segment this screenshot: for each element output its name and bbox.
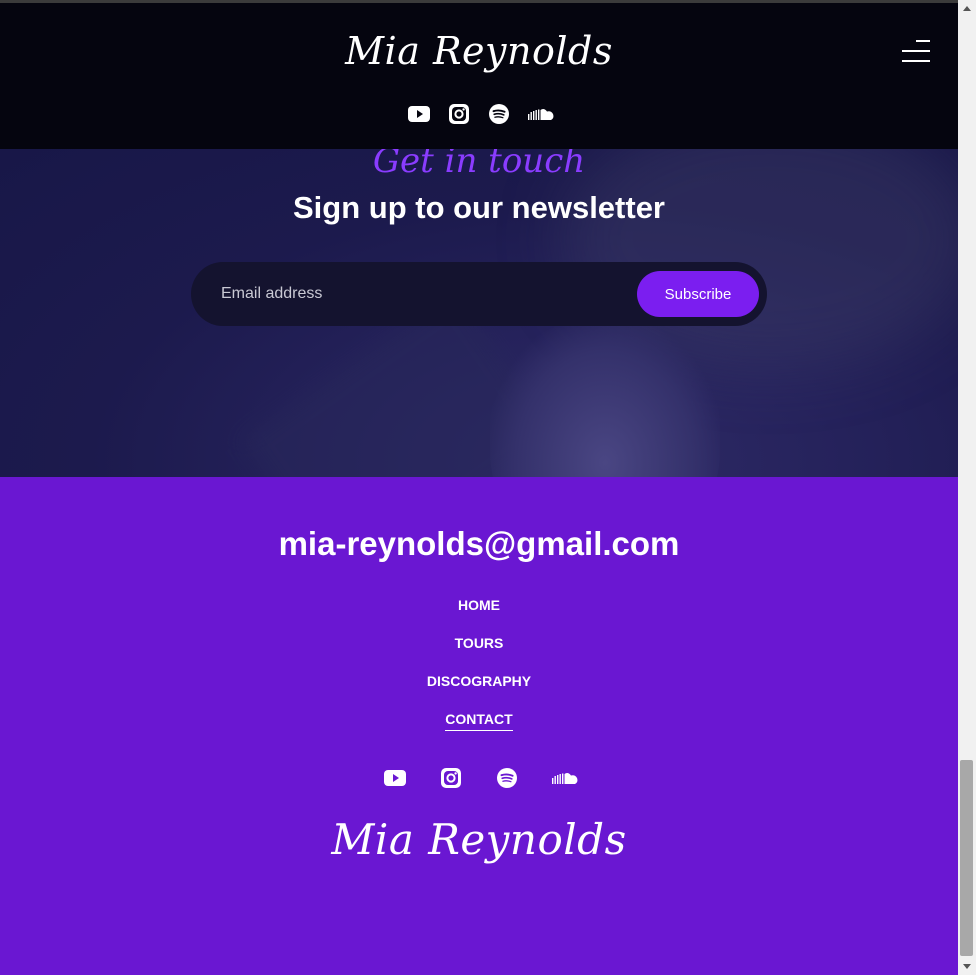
- page: Mia Reynolds Get in touch Sign up to our…: [0, 0, 958, 975]
- nav-link-home[interactable]: HOME: [458, 597, 500, 614]
- subscribe-button[interactable]: Subscribe: [637, 271, 759, 317]
- footer-social-links: [384, 767, 578, 789]
- soundcloud-icon[interactable]: [552, 767, 578, 789]
- nav-link-tours[interactable]: TOURS: [455, 635, 504, 652]
- newsletter-form: Subscribe: [191, 262, 767, 326]
- youtube-icon[interactable]: [384, 767, 406, 789]
- newsletter-eyebrow: Get in touch: [372, 149, 586, 181]
- hamburger-menu-icon[interactable]: [902, 40, 930, 62]
- newsletter-heading: Sign up to our newsletter: [292, 190, 665, 225]
- site-footer: mia-reynolds@gmail.com HOME TOURS DISCOG…: [0, 477, 958, 975]
- scrollbar-thumb[interactable]: [960, 760, 973, 956]
- instagram-icon[interactable]: [448, 103, 470, 125]
- brand-logo[interactable]: Mia Reynolds: [0, 29, 958, 73]
- instagram-icon[interactable]: [440, 767, 462, 789]
- spotify-icon[interactable]: [488, 103, 510, 125]
- spotify-icon[interactable]: [496, 767, 518, 789]
- header-social-links: [408, 103, 554, 125]
- youtube-icon[interactable]: [408, 103, 430, 125]
- site-header: Mia Reynolds: [0, 3, 958, 149]
- nav-link-discography[interactable]: DISCOGRAPHY: [427, 673, 531, 690]
- nav-link-contact[interactable]: CONTACT: [445, 711, 513, 731]
- email-input[interactable]: [221, 262, 621, 326]
- scroll-down-arrow-icon[interactable]: [958, 958, 976, 975]
- contact-email-link[interactable]: mia-reynolds@gmail.com: [0, 525, 958, 563]
- footer-nav: HOME TOURS DISCOGRAPHY CONTACT: [0, 597, 958, 750]
- scroll-up-arrow-icon[interactable]: [958, 0, 976, 17]
- footer-brand-logo[interactable]: Mia Reynolds: [0, 815, 958, 864]
- newsletter-section: Get in touch Sign up to our newsletter S…: [0, 149, 958, 477]
- soundcloud-icon[interactable]: [528, 103, 554, 125]
- vertical-scrollbar[interactable]: [958, 0, 976, 975]
